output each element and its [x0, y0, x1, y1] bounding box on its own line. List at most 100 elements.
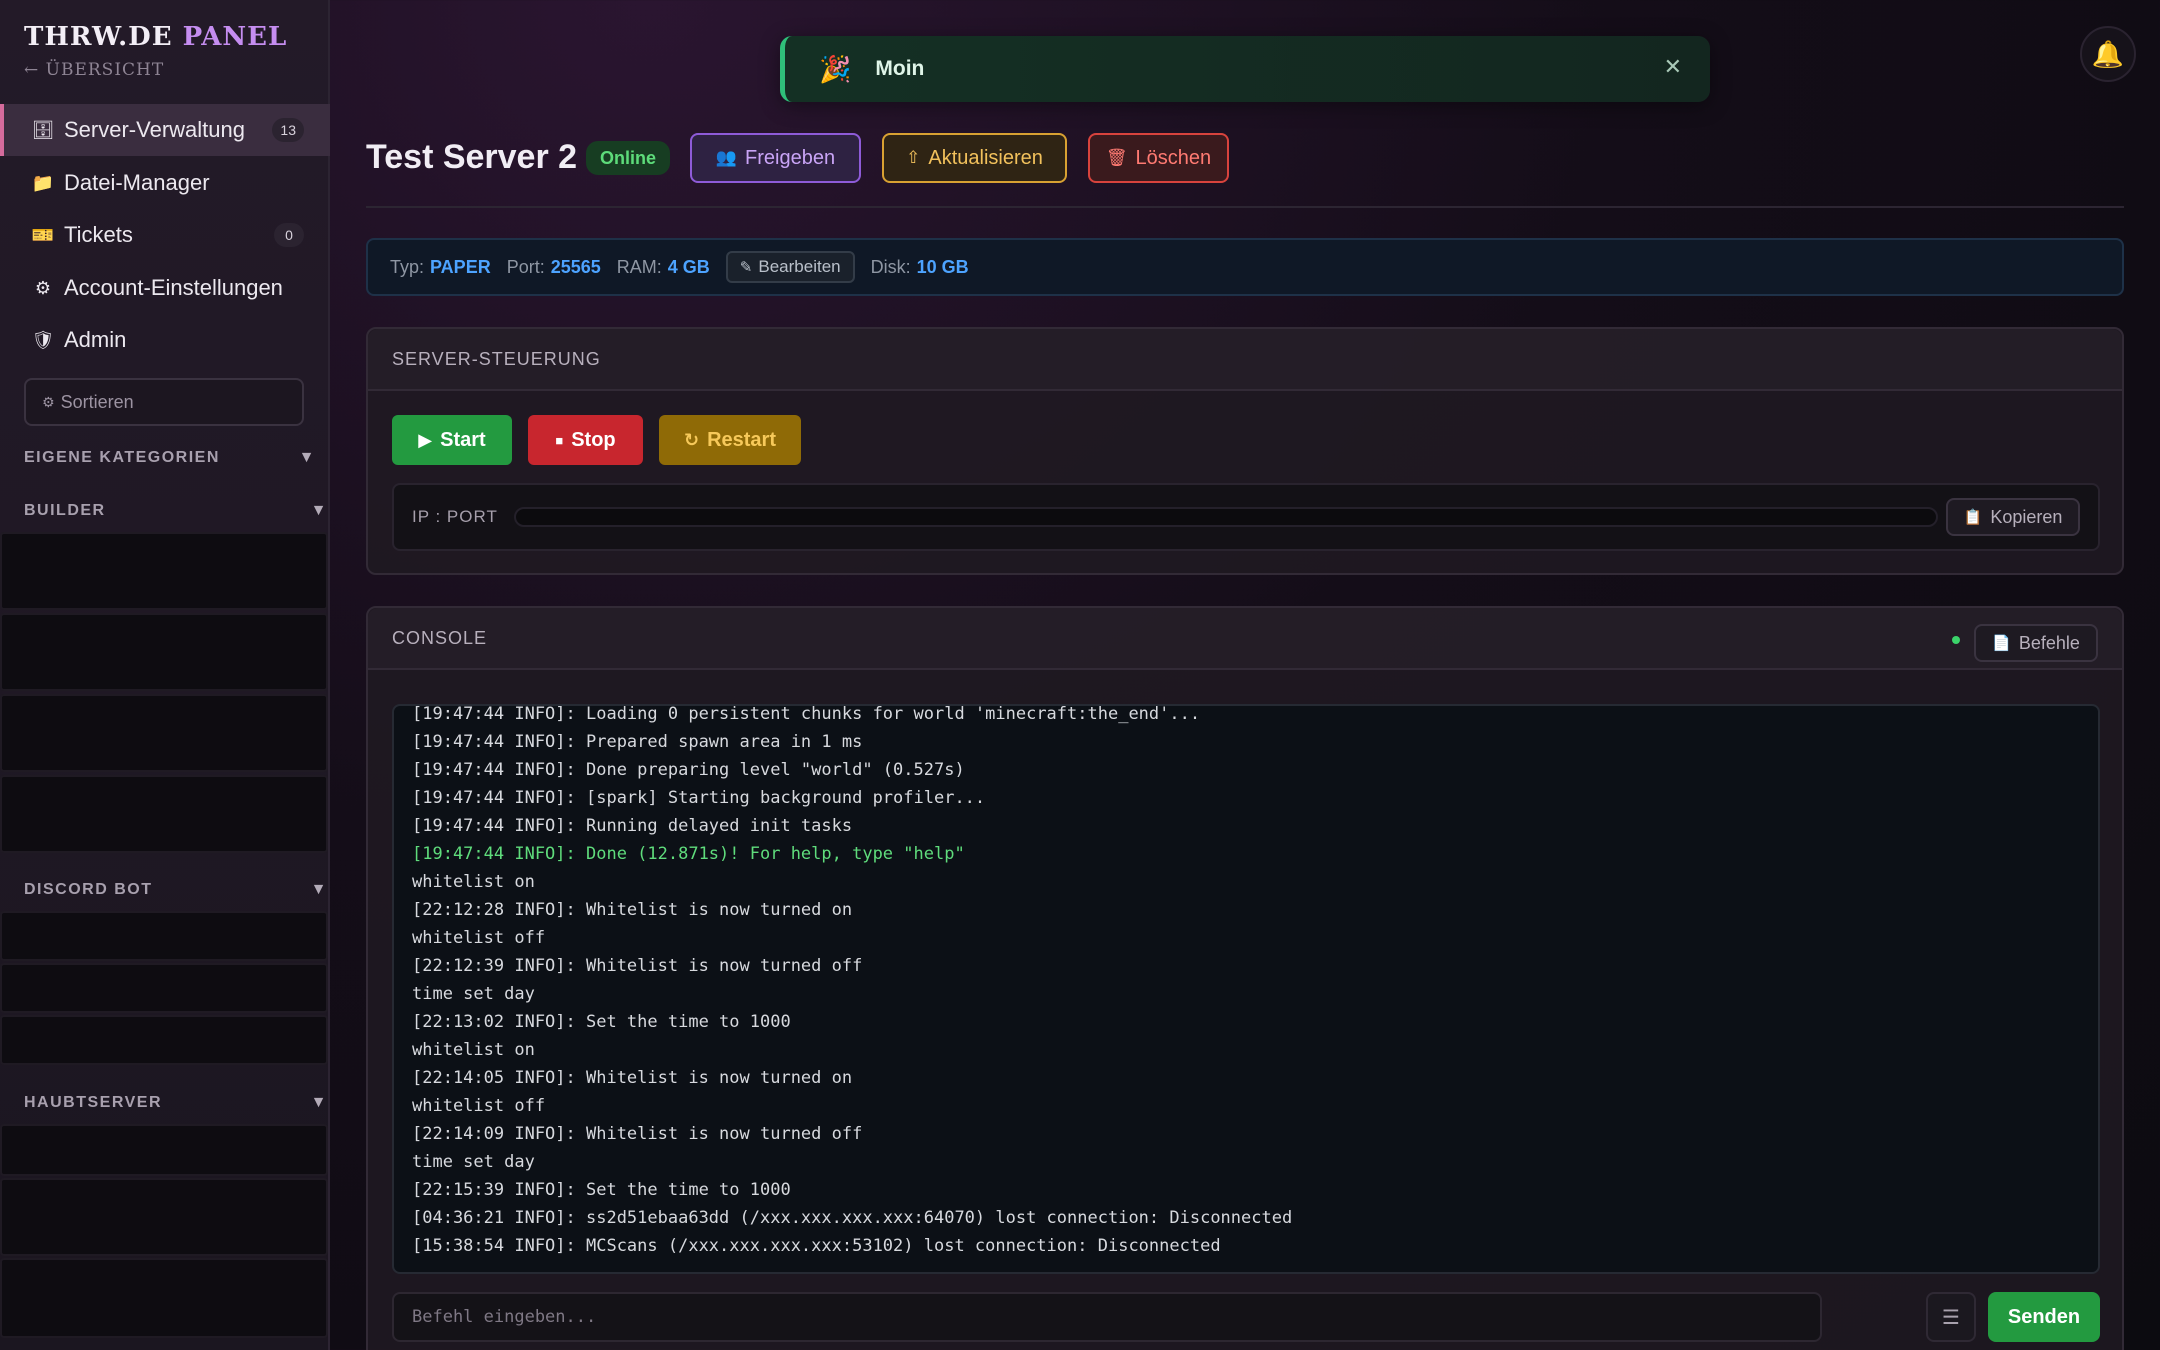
ticket-count-badge: 0	[274, 223, 304, 247]
console-line: time set day	[412, 984, 535, 1004]
type-label: Typ:	[390, 256, 425, 277]
panel-heading: SERVER-STEUERUNG	[368, 329, 2122, 391]
edit-ram-button[interactable]: ✎ Bearbeiten	[725, 251, 855, 283]
back-to-overview-link[interactable]: ← ÜBERSICHT	[24, 60, 164, 80]
notification-toast: 🎉 Moin ✕	[780, 36, 1710, 102]
update-button[interactable]: ⇧ Aktualisieren	[882, 133, 1067, 183]
stop-icon: ■	[555, 432, 564, 448]
category-label: DISCORD BOT	[24, 881, 153, 898]
console-line: [22:15:39 INFO]: Set the time to 1000	[412, 1180, 791, 1200]
console-line: [22:12:39 INFO]: Whitelist is now turned…	[412, 956, 863, 976]
status-badge: Online	[586, 141, 671, 175]
sidebar-item-tickets[interactable]: 🎫 Tickets 0	[0, 209, 330, 261]
header-divider	[366, 206, 2124, 208]
restart-button[interactable]: ↻ Restart	[659, 415, 801, 465]
server-count-badge: 13	[272, 118, 304, 142]
sidebar: THRW.DE PANEL ← ÜBERSICHT 🗄 Server-Verwa…	[0, 0, 330, 1350]
stop-button[interactable]: ■ Stop	[528, 415, 643, 465]
ip-port-label: IP : PORT	[412, 507, 498, 526]
sort-icon: ⚙	[42, 393, 55, 410]
command-placeholder: Befehl eingeben...	[412, 1307, 597, 1327]
gear-icon: ⚙	[34, 277, 52, 298]
commands-button[interactable]: 📄 Befehle	[1974, 624, 2098, 662]
server-slot[interactable]	[0, 1178, 328, 1256]
server-slot[interactable]	[0, 775, 328, 853]
console-line: [22:14:09 INFO]: Whitelist is now turned…	[412, 1124, 863, 1144]
party-icon: 🎉	[819, 53, 852, 84]
users-icon: 👥	[715, 148, 738, 167]
category-builder[interactable]: BUILDER ▼	[24, 499, 326, 523]
sidebar-item-file-manager[interactable]: 📁 Datei-Manager	[0, 157, 330, 209]
sort-button[interactable]: ⚙ Sortieren	[24, 378, 304, 426]
command-input[interactable]: Befehl eingeben...	[392, 1292, 1822, 1342]
send-button[interactable]: Senden	[1988, 1292, 2100, 1342]
disk-value: 10 GB	[916, 256, 969, 277]
upload-icon: ⇧	[906, 148, 921, 167]
category-discord-bot[interactable]: DISCORD BOT ▼	[24, 878, 326, 902]
console-line: whitelist on	[412, 872, 535, 892]
server-slot[interactable]	[0, 1124, 328, 1176]
category-label: BUILDER	[24, 502, 106, 519]
history-button[interactable]: ☰	[1926, 1292, 1976, 1342]
toast-message: Moin	[875, 57, 925, 80]
chevron-down-icon[interactable]: ▼	[311, 1094, 328, 1112]
pencil-icon: ✎	[739, 259, 753, 276]
sidebar-item-account-settings[interactable]: ⚙ Account-Einstellungen	[0, 262, 330, 314]
close-icon[interactable]: ✕	[1664, 54, 1682, 80]
sidebar-item-server-management[interactable]: 🗄 Server-Verwaltung 13	[0, 104, 330, 156]
delete-button[interactable]: 🗑 Löschen	[1088, 133, 1229, 183]
console-line: time set day	[412, 1152, 535, 1172]
category-main-server[interactable]: HAUBTSERVER ▼	[24, 1091, 326, 1115]
server-slot[interactable]	[0, 1015, 328, 1065]
console-line: [22:13:02 INFO]: Set the time to 1000	[412, 1012, 791, 1032]
trash-icon: 🗑	[1105, 148, 1128, 167]
chevron-down-icon[interactable]: ▼	[311, 881, 328, 899]
folder-icon: 📁	[31, 172, 55, 193]
console-line: [19:47:44 INFO]: Running delayed init ta…	[412, 816, 853, 836]
sidebar-item-label: Admin	[64, 327, 127, 352]
brand-logo[interactable]: THRW.DE PANEL	[24, 22, 287, 52]
port-value: 25565	[550, 256, 601, 277]
console-panel: CONSOLE 📄 Befehle [19:47:44 INFO]: Loadi…	[366, 606, 2124, 1350]
ticket-icon: 🎫	[31, 224, 55, 245]
document-icon: 📄	[1992, 635, 2011, 652]
console-line: [19:47:44 INFO]: [spark] Starting backgr…	[412, 788, 986, 808]
category-own[interactable]: EIGENE KATEGORIEN ▼	[24, 446, 316, 470]
chevron-down-icon[interactable]: ▼	[299, 449, 316, 467]
copy-button[interactable]: 📋 Kopieren	[1946, 498, 2080, 536]
console-line: [22:14:05 INFO]: Whitelist is now turned…	[412, 1068, 853, 1088]
console-line: [22:12:28 INFO]: Whitelist is now turned…	[412, 900, 853, 920]
console-line: [19:47:44 INFO]: Done (12.871s)! For hel…	[412, 844, 965, 864]
server-slot[interactable]	[0, 911, 328, 961]
server-slot[interactable]	[0, 694, 328, 772]
console-line: [19:47:44 INFO]: Prepared spawn area in …	[412, 732, 863, 752]
port-label: Port:	[506, 256, 545, 277]
restart-label: Restart	[707, 428, 776, 451]
copy-label: Kopieren	[1990, 506, 2063, 527]
disk-label: Disk:	[870, 256, 911, 277]
server-control-panel: SERVER-STEUERUNG ▶ Start ■ Stop ↻ Restar…	[366, 327, 2124, 575]
console-line: whitelist off	[412, 1096, 546, 1116]
ip-port-field[interactable]	[513, 507, 1938, 527]
delete-label: Löschen	[1135, 146, 1212, 169]
sidebar-item-label: Datei-Manager	[64, 170, 210, 195]
server-info-bar: Typ: PAPER Port: 25565 RAM: 4 GB ✎ Bearb…	[366, 238, 2124, 296]
server-slot[interactable]	[0, 532, 328, 610]
commands-label: Befehle	[2018, 632, 2080, 653]
console-line: whitelist on	[412, 1040, 535, 1060]
share-button[interactable]: 👥 Freigeben	[690, 133, 861, 183]
server-slot[interactable]	[0, 1258, 328, 1338]
sidebar-item-admin[interactable]: 🛡 Admin	[0, 314, 330, 366]
ram-label: RAM:	[616, 256, 662, 277]
play-icon: ▶	[418, 429, 433, 450]
notifications-bell-icon[interactable]: 🔔	[2080, 26, 2136, 82]
server-slot[interactable]	[0, 963, 328, 1013]
type-value: PAPER	[430, 256, 491, 277]
console-output[interactable]: [19:47:44 INFO]: Loading 0 persistent ch…	[392, 704, 2100, 1274]
server-slot[interactable]	[0, 613, 328, 691]
panel-heading: CONSOLE	[368, 608, 2122, 670]
edit-label: Bearbeiten	[758, 257, 841, 276]
console-line: [15:38:54 INFO]: MCScans (/xxx.xxx.xxx.x…	[412, 1236, 1221, 1256]
start-button[interactable]: ▶ Start	[392, 415, 512, 465]
chevron-down-icon[interactable]: ▼	[311, 502, 328, 520]
